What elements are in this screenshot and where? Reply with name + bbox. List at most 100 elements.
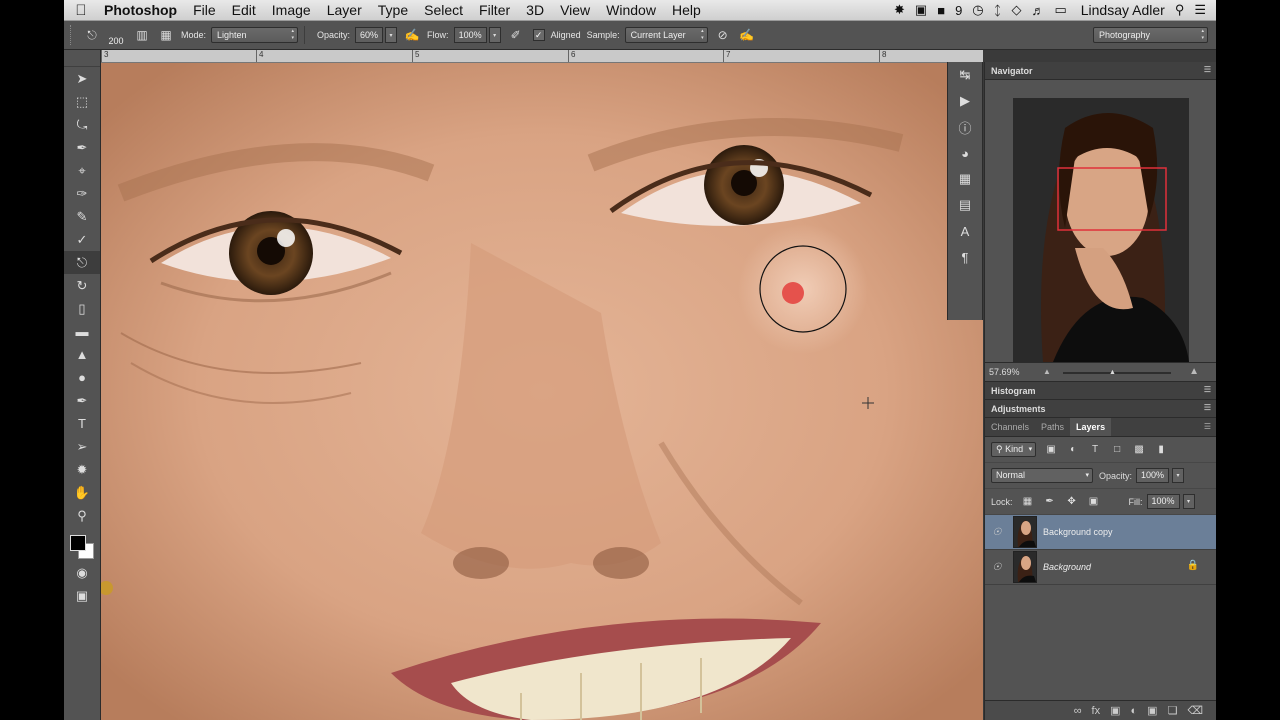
screen-mode-icon[interactable]: ▣ (64, 584, 100, 607)
layer-opacity-arrow[interactable]: ▾ (1172, 468, 1185, 483)
crop-tool-icon[interactable]: ⌖ (64, 159, 100, 182)
zoom-tool-icon[interactable]: ⚲ (64, 504, 100, 527)
layer-style-icon[interactable]: fx (1092, 705, 1101, 717)
menu-3d[interactable]: 3D (518, 2, 552, 18)
foreground-color-swatch[interactable] (70, 535, 86, 551)
history-brush-tool-icon[interactable]: ↻ (64, 274, 100, 297)
clone-source-panel-icon[interactable]: ▦ (157, 26, 175, 44)
tab-paths[interactable]: Paths (1035, 418, 1070, 436)
layer-row[interactable]: ☉ Background 🔒 (985, 550, 1216, 585)
add-mask-icon[interactable]: ▣ (1110, 704, 1120, 717)
zoom-out-icon[interactable]: ▲ (1043, 367, 1051, 376)
properties-panel-icon[interactable]: ▤ (948, 192, 982, 218)
menu-app-name[interactable]: Photoshop (98, 2, 185, 18)
menu-select[interactable]: Select (416, 2, 471, 18)
layer-fill-arrow[interactable]: ▾ (1182, 494, 1195, 509)
bluetooth-icon[interactable]: ᛨ (994, 3, 1002, 18)
star-status-icon[interactable]: ✸ (894, 2, 905, 18)
panel-menu-icon[interactable]: ☰ (1204, 422, 1211, 431)
sample-dropdown[interactable]: Current Layer (624, 27, 708, 43)
user-name[interactable]: Lindsay Adler (1077, 2, 1165, 18)
clone-stamp-preset-icon[interactable]: ⎋ (83, 26, 101, 44)
pressure-opacity-icon[interactable]: ✍ (403, 26, 421, 44)
adobe-status-icon[interactable]: ■ (937, 3, 945, 18)
new-group-icon[interactable]: ▣ (1147, 704, 1157, 717)
notification-count[interactable]: 9 (955, 3, 962, 18)
flow-field[interactable]: 100% (453, 27, 487, 43)
visibility-eye-icon[interactable]: ☉ (985, 527, 1009, 538)
workspace-dropdown[interactable]: Photography (1093, 27, 1208, 43)
layer-opacity-field[interactable]: 100% (1136, 468, 1170, 483)
quick-select-tool-icon[interactable]: ✒ (64, 136, 100, 159)
filter-kind-dropdown[interactable]: ⚲ Kind (991, 442, 1037, 457)
panel-menu-icon[interactable]: ☰ (1204, 403, 1211, 412)
panel-menu-icon[interactable]: ☰ (1204, 65, 1211, 74)
menu-help[interactable]: Help (664, 2, 709, 18)
quick-mask-icon[interactable]: ◉ (64, 561, 100, 584)
menu-layer[interactable]: Layer (319, 2, 370, 18)
lock-pixels-icon[interactable]: ✒ (1043, 495, 1057, 509)
clone-stamp-tool-icon[interactable]: ⎋ (64, 251, 100, 274)
layer-row[interactable]: ☉ Background copy (985, 515, 1216, 550)
pen-tool-icon[interactable]: ✒ (64, 389, 100, 412)
menu-view[interactable]: View (552, 2, 598, 18)
visibility-eye-icon[interactable]: ☉ (985, 562, 1009, 573)
spotlight-search-icon[interactable]: ⚲ (1175, 2, 1185, 18)
lock-position-icon[interactable]: ✥ (1065, 495, 1079, 509)
character-panel-icon[interactable]: A (948, 218, 982, 244)
notification-center-icon[interactable]: ☰ (1194, 2, 1206, 18)
healing-brush-tool-icon[interactable]: ✎ (64, 205, 100, 228)
type-tool-icon[interactable]: T (64, 412, 100, 435)
airbrush-icon[interactable]: ✐ (507, 26, 525, 44)
shape-tool-icon[interactable]: ✹ (64, 458, 100, 481)
marquee-tool-icon[interactable]: ⬚ (64, 90, 100, 113)
menu-filter[interactable]: Filter (471, 2, 518, 18)
eraser-tool-icon[interactable]: ▯ (64, 297, 100, 320)
filter-toggle-icon[interactable]: ▮ (1154, 443, 1168, 457)
blend-mode-dropdown[interactable]: Normal (991, 468, 1093, 483)
evernote-status-icon[interactable]: ▣ (915, 2, 927, 18)
info-panel-icon[interactable]: ⓘ (948, 114, 982, 140)
navigator-panel-tab[interactable]: Navigator ☰ (985, 62, 1216, 80)
lock-all-icon[interactable]: ▣ (1087, 495, 1101, 509)
link-layers-icon[interactable]: ∞ (1074, 705, 1082, 717)
zoom-slider-knob[interactable]: ▲ (1109, 369, 1116, 376)
lock-transparent-icon[interactable]: ▦ (1021, 495, 1035, 509)
blur-tool-icon[interactable]: ▲ (64, 343, 100, 366)
wifi-icon[interactable]: ◇ (1011, 2, 1021, 18)
aligned-checkbox[interactable]: ✓ (532, 29, 545, 41)
zoom-in-icon[interactable]: ▲ (1189, 366, 1199, 377)
document-canvas[interactable] (101, 63, 983, 720)
histogram-panel-tab[interactable]: Histogram ☰ (985, 382, 1216, 400)
options-bar-grip[interactable] (70, 25, 77, 45)
menu-image[interactable]: Image (264, 2, 319, 18)
shape-filter-icon[interactable]: □ (1110, 443, 1124, 457)
volume-icon[interactable]: ♬ (1031, 3, 1044, 18)
ignore-adjustment-layers-icon[interactable]: ⊘ (714, 26, 732, 44)
history-panel-icon[interactable]: ↹ (948, 62, 982, 88)
actions-panel-icon[interactable]: ▶ (948, 88, 982, 114)
adjustment-filter-icon[interactable]: ◐ (1066, 443, 1080, 457)
layer-name[interactable]: Background copy (1043, 527, 1113, 537)
pixel-filter-icon[interactable]: ▣ (1044, 443, 1058, 457)
pressure-size-icon[interactable]: ✍ (738, 26, 756, 44)
type-filter-icon[interactable]: T (1088, 443, 1102, 457)
color-panel-icon[interactable]: ◕ (948, 140, 982, 166)
lasso-tool-icon[interactable]: ⤿ (64, 113, 100, 136)
tab-channels[interactable]: Channels (985, 418, 1035, 436)
menu-window[interactable]: Window (598, 2, 664, 18)
brush-panel-toggle-icon[interactable]: ▥ (133, 26, 151, 44)
mode-dropdown[interactable]: Lighten (211, 27, 299, 43)
eyedropper-tool-icon[interactable]: ✑ (64, 182, 100, 205)
opacity-field[interactable]: 60% (355, 27, 384, 43)
dodge-tool-icon[interactable]: ● (64, 366, 100, 389)
panel-menu-icon[interactable]: ☰ (1204, 385, 1211, 394)
layer-fill-field[interactable]: 100% (1146, 494, 1180, 509)
tools-panel-header[interactable] (64, 50, 100, 67)
menu-edit[interactable]: Edit (224, 2, 264, 18)
tab-layers[interactable]: Layers (1070, 418, 1112, 436)
new-adjustment-layer-icon[interactable]: ◐ (1131, 705, 1138, 717)
menu-file[interactable]: File (185, 2, 224, 18)
brush-tool-icon[interactable]: ✓ (64, 228, 100, 251)
paragraph-panel-icon[interactable]: ¶ (948, 244, 982, 270)
